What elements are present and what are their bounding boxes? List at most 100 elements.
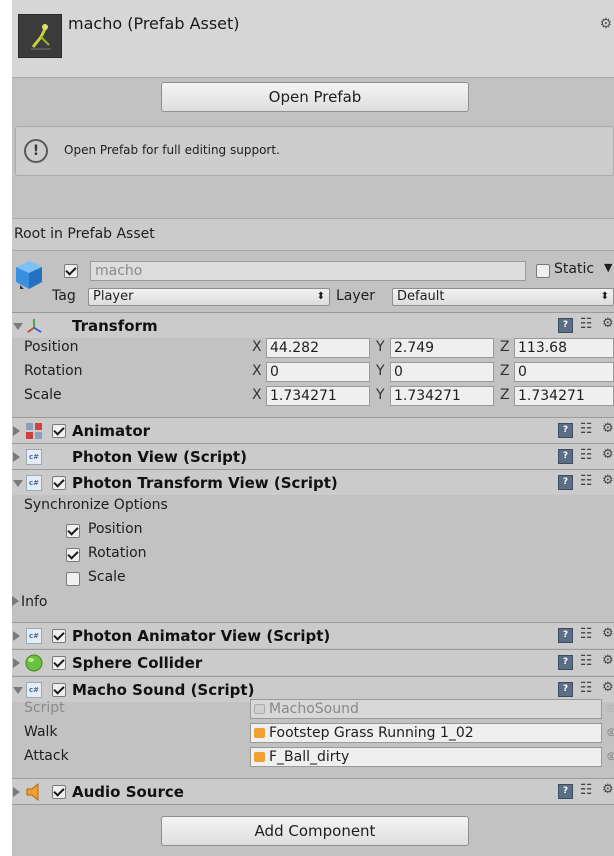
preset-icon[interactable]: ☷ (580, 653, 593, 669)
foldout-arrow-icon[interactable] (13, 687, 23, 694)
gear-icon[interactable]: ⚙ (602, 653, 614, 668)
position-x-field[interactable]: 44.282 (266, 338, 370, 358)
sync-scale-checkbox[interactable] (66, 572, 80, 586)
rotation-y-field[interactable]: 0 (390, 362, 494, 382)
gameobject-active-checkbox[interactable] (64, 264, 78, 278)
csharp-script-icon: c# (26, 682, 42, 698)
macho-sound-enabled-checkbox[interactable] (52, 683, 66, 697)
gear-icon[interactable]: ⚙ (602, 626, 614, 641)
photon-transform-view-header[interactable]: c# Photon Transform View (Script) ? ☷ ⚙ (12, 469, 614, 495)
attack-audio-field[interactable]: F_Ball_dirty (250, 747, 602, 767)
transform-header[interactable]: Transform ? ☷ ⚙ (12, 312, 614, 338)
speaker-icon (26, 783, 39, 801)
audio-source-enabled-checkbox[interactable] (52, 785, 66, 799)
help-book-icon[interactable]: ? (558, 318, 573, 333)
sphere-collider-enabled-checkbox[interactable] (52, 656, 66, 670)
scale-y-field[interactable]: 1.734271 (390, 386, 494, 406)
chevron-down-icon: ⬍ (316, 291, 325, 302)
gear-icon[interactable]: ⚙ (599, 16, 612, 32)
help-book-icon[interactable]: ? (558, 475, 573, 490)
static-checkbox[interactable] (536, 264, 550, 278)
foldout-arrow-icon[interactable] (12, 596, 19, 606)
axis-x-label: X (252, 339, 262, 355)
tag-label: Tag (52, 288, 76, 304)
animator-header[interactable]: Animator ? ☷ ⚙ (12, 417, 614, 443)
axis-z-label: Z (500, 339, 510, 355)
gear-icon[interactable]: ⚙ (602, 473, 614, 488)
walk-audio-field[interactable]: Footstep Grass Running 1_02 (250, 723, 602, 743)
position-y-field[interactable]: 2.749 (390, 338, 494, 358)
foldout-arrow-icon[interactable] (13, 658, 20, 668)
object-picker-icon[interactable]: ◎ (607, 727, 614, 738)
axis-y-label: Y (376, 363, 385, 379)
tag-value: Player (93, 289, 134, 304)
script-label: Script (24, 700, 65, 716)
add-component-button[interactable]: Add Component (161, 816, 469, 846)
layer-dropdown[interactable]: Default ⬍ (392, 288, 614, 306)
position-z-field[interactable]: 113.68 (514, 338, 614, 358)
help-book-icon[interactable]: ? (558, 449, 573, 464)
preset-icon[interactable]: ☷ (580, 626, 593, 642)
tag-dropdown[interactable]: Player ⬍ (88, 288, 330, 306)
foldout-arrow-icon[interactable] (13, 631, 20, 641)
character-icon (31, 24, 51, 50)
photon-animator-view-enabled-checkbox[interactable] (52, 629, 66, 643)
foldout-arrow-icon[interactable] (13, 787, 20, 797)
open-prefab-button[interactable]: Open Prefab (161, 82, 469, 112)
preset-icon[interactable]: ☷ (580, 680, 593, 696)
gear-icon[interactable]: ⚙ (602, 782, 614, 797)
photon-animator-view-header[interactable]: c# Photon Animator View (Script) ? ☷ ⚙ (12, 622, 614, 648)
object-picker-icon[interactable]: ◎ (607, 751, 614, 762)
foldout-arrow-icon[interactable] (13, 452, 20, 462)
animator-enabled-checkbox[interactable] (52, 424, 66, 438)
foldout-arrow-icon[interactable] (13, 426, 20, 436)
transform-icon (27, 318, 42, 333)
gameobject-name-field[interactable]: macho (90, 261, 526, 281)
static-label: Static (554, 261, 595, 277)
foldout-arrow-icon[interactable] (13, 480, 23, 487)
sphere-collider-header[interactable]: Sphere Collider ? ☷ ⚙ (12, 649, 614, 675)
gear-icon[interactable]: ⚙ (602, 316, 614, 331)
foldout-arrow-icon[interactable] (13, 323, 23, 330)
help-book-icon[interactable]: ? (558, 628, 573, 643)
audio-source-title: Audio Source (72, 783, 184, 801)
rotation-x-field[interactable]: 0 (266, 362, 370, 382)
sync-rotation-label: Rotation (88, 545, 147, 561)
help-book-icon[interactable]: ? (558, 784, 573, 799)
gear-icon[interactable]: ⚙ (602, 680, 614, 695)
script-value: MachoSound (269, 701, 359, 717)
position-label: Position (24, 339, 79, 355)
sync-position-checkbox[interactable] (66, 524, 80, 538)
help-book-icon[interactable]: ? (558, 682, 573, 697)
gameobject-header: macho Static ▼ Tag Player ⬍ Layer Defaul… (12, 251, 614, 311)
csharp-script-icon: c# (26, 628, 42, 644)
info-foldout[interactable]: Info (12, 594, 48, 610)
help-book-icon[interactable]: ? (558, 655, 573, 670)
sphere-collider-title: Sphere Collider (72, 654, 203, 672)
attack-value: F_Ball_dirty (269, 749, 350, 765)
gear-icon[interactable]: ⚙ (602, 421, 614, 436)
audio-source-header[interactable]: Audio Source ? ☷ ⚙ (12, 778, 614, 804)
script-file-icon (254, 704, 265, 714)
preset-icon[interactable]: ☷ (580, 782, 593, 798)
csharp-script-icon: c# (26, 449, 42, 465)
preset-icon[interactable]: ☷ (580, 447, 593, 463)
axis-x-label: X (252, 387, 262, 403)
preset-icon[interactable]: ☷ (580, 473, 593, 489)
macho-sound-title: Macho Sound (Script) (72, 681, 255, 699)
preset-icon[interactable]: ☷ (580, 421, 593, 437)
sync-rotation-checkbox[interactable] (66, 548, 80, 562)
photon-animator-view-title: Photon Animator View (Script) (72, 627, 331, 645)
scale-z-field[interactable]: 1.734271 (514, 386, 614, 406)
root-in-prefab-label: Root in Prefab Asset (12, 218, 614, 251)
gear-icon[interactable]: ⚙ (602, 447, 614, 462)
transform-title: Transform (72, 317, 158, 335)
scale-x-field[interactable]: 1.734271 (266, 386, 370, 406)
preset-icon[interactable]: ☷ (580, 316, 593, 332)
photon-transform-view-enabled-checkbox[interactable] (52, 476, 66, 490)
animator-title: Animator (72, 422, 151, 440)
photon-view-header[interactable]: c# Photon View (Script) ? ☷ ⚙ (12, 443, 614, 469)
static-dropdown-icon[interactable]: ▼ (604, 261, 612, 274)
help-book-icon[interactable]: ? (558, 423, 573, 438)
rotation-z-field[interactable]: 0 (514, 362, 614, 382)
